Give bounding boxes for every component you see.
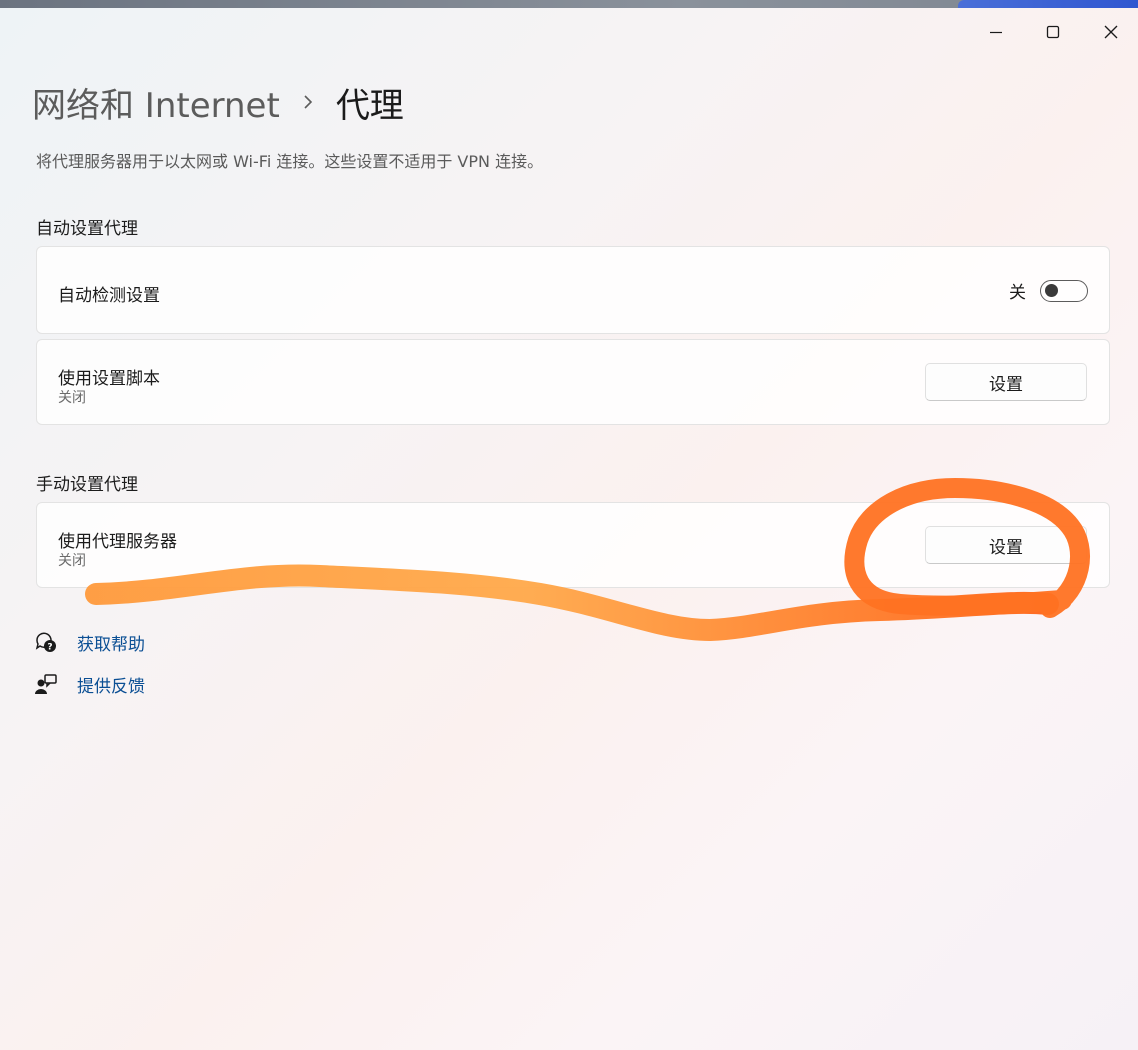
give-feedback-label[interactable]: 提供反馈 [77,672,145,697]
minimize-button[interactable] [973,16,1019,48]
get-help-label[interactable]: 获取帮助 [77,630,145,655]
auto-detect-toggle-group: 关 [1009,278,1088,303]
breadcrumb: 网络和 Internet 代理 [32,78,404,126]
close-icon [1104,25,1118,39]
setup-script-status: 关闭 [58,390,86,406]
breadcrumb-parent-network[interactable]: 网络和 Internet [32,78,280,127]
section-title-manual-proxy: 手动设置代理 [36,475,138,495]
toggle-knob [1045,283,1058,297]
setup-script-settings-button[interactable]: 设置 [925,363,1087,401]
give-feedback-link[interactable]: 提供反馈 [34,672,145,697]
page-title: 代理 [335,85,404,126]
svg-text:?: ? [47,642,52,652]
chevron-right-icon [302,93,314,111]
setup-script-card: 使用设置脚本 关闭 设置 [36,339,1110,425]
minimize-icon [990,31,1002,34]
proxy-server-settings-button[interactable]: 设置 [925,526,1087,564]
auto-detect-toggle[interactable] [1040,279,1088,302]
proxy-server-status: 关闭 [58,553,86,569]
feedback-person-icon [34,673,58,697]
get-help-link[interactable]: ? 获取帮助 [34,630,145,655]
section-title-auto-proxy: 自动设置代理 [36,219,138,239]
toggle-state-label: 关 [1009,283,1026,303]
maximize-icon [1046,25,1060,39]
page-description: 将代理服务器用于以太网或 Wi-Fi 连接。这些设置不适用于 VPN 连接。 [36,152,544,171]
maximize-button[interactable] [1030,16,1076,48]
auto-detect-settings-card: 自动检测设置 关 [36,246,1110,334]
setup-script-title: 使用设置脚本 [58,369,160,389]
proxy-server-card: 使用代理服务器 关闭 设置 [36,502,1110,588]
auto-detect-title: 自动检测设置 [58,286,160,306]
close-button[interactable] [1088,16,1134,48]
help-chat-icon: ? [34,631,58,655]
proxy-server-title: 使用代理服务器 [58,532,177,552]
